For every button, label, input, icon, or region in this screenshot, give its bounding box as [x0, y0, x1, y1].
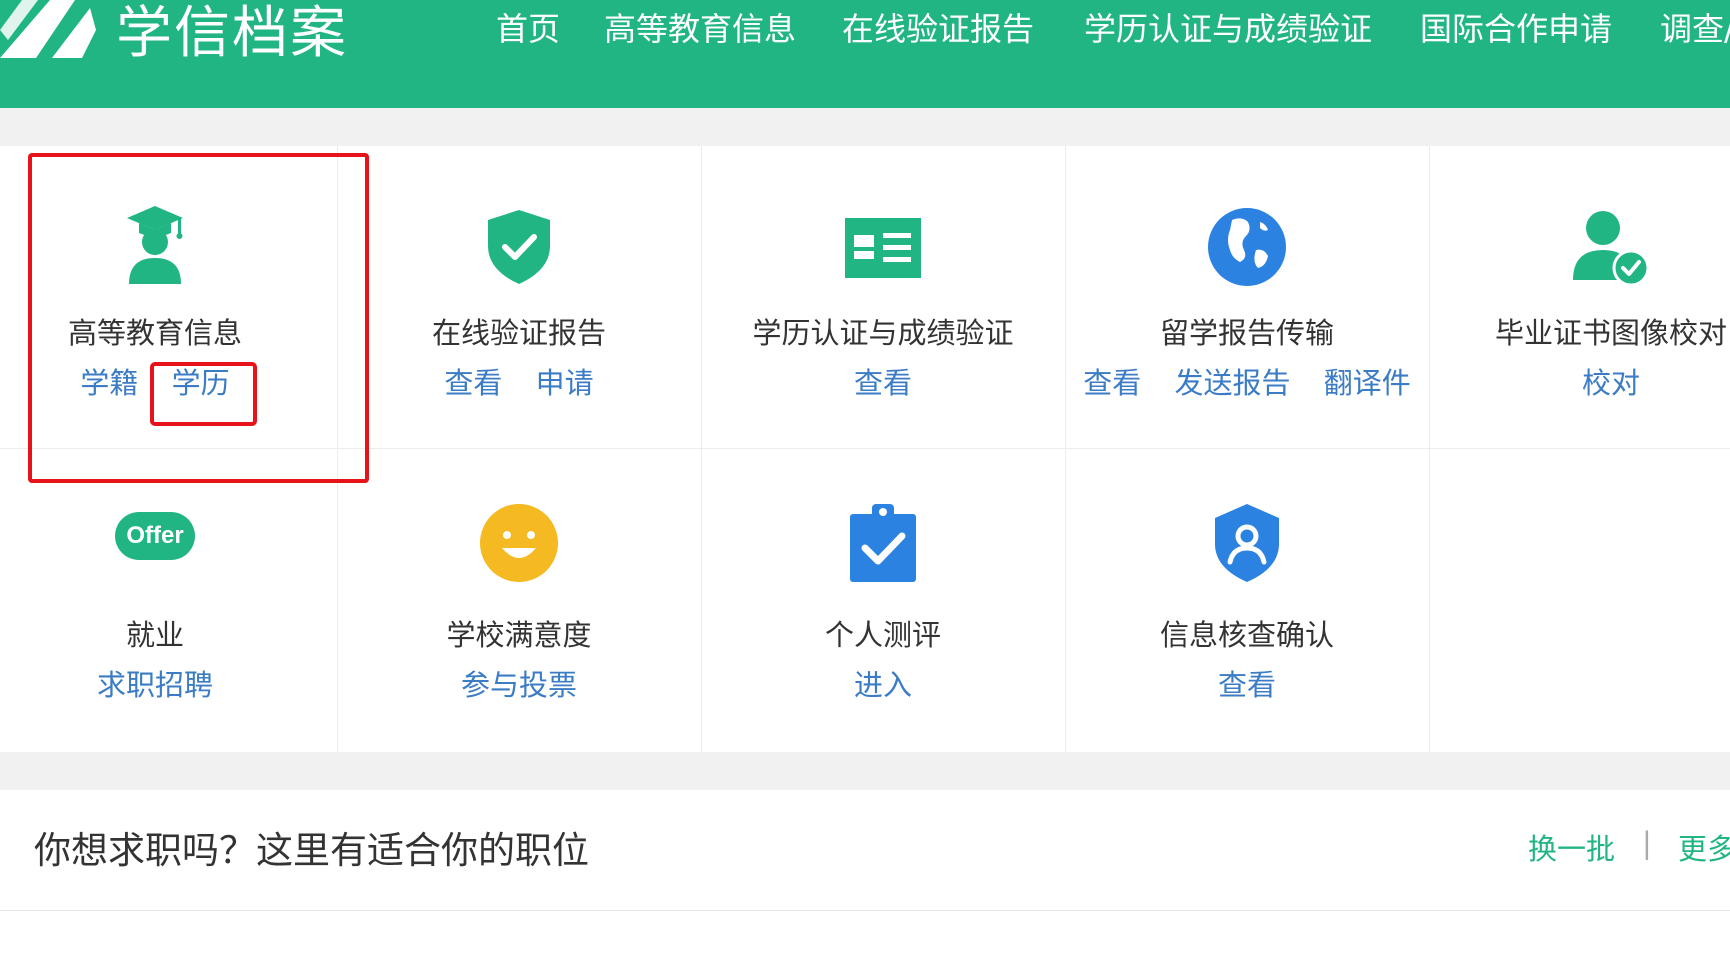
nav-international-cooperation[interactable]: 国际合作申请	[1420, 6, 1612, 52]
user-shield-icon	[1215, 504, 1279, 582]
service-title: 学校满意度	[446, 618, 592, 652]
service-links: 查看 发送报告 翻译件	[1045, 360, 1449, 402]
service-card-diploma-proofread: 毕业证书图像校对 校对	[1429, 146, 1730, 448]
site-header: 学信档案 首页 高等教育信息 在线验证报告 学历认证与成绩验证 国际合作申请 调…	[0, 0, 1730, 108]
id-card-icon	[845, 218, 921, 278]
enter-link[interactable]: 进入	[854, 668, 912, 702]
service-links: 求职招聘	[0, 662, 357, 704]
shield-check-icon	[488, 210, 550, 284]
service-title: 高等教育信息	[67, 316, 242, 350]
smiley-icon	[480, 504, 558, 582]
service-card-degree-certification: 学历认证与成绩验证 查看	[701, 146, 1065, 448]
service-title: 就业	[125, 618, 184, 652]
nav-home[interactable]: 首页	[496, 6, 560, 52]
service-card-online-verification: 在线验证报告 查看 申请	[337, 146, 701, 448]
separator: |	[1642, 826, 1652, 860]
section-divider	[0, 910, 1730, 911]
service-title: 留学报告传输	[1159, 316, 1334, 350]
service-card-employment: Offer 就业 求职招聘	[0, 448, 337, 750]
service-links: 查看 申请	[317, 360, 721, 402]
nav-online-verification-report[interactable]: 在线验证报告	[842, 6, 1034, 52]
service-title: 在线验证报告	[431, 316, 606, 350]
refresh-jobs-button[interactable]: 换一批	[1528, 826, 1615, 868]
service-title: 学历认证与成绩验证	[752, 316, 1014, 350]
user-check-icon	[1573, 211, 1649, 286]
view-link[interactable]: 查看	[1083, 366, 1141, 400]
service-links: 查看	[1045, 662, 1449, 704]
offer-badge-icon: Offer	[115, 512, 195, 560]
nav-higher-education-info[interactable]: 高等教育信息	[604, 6, 796, 52]
service-grid: 高等教育信息 学籍 学历 在线验证报告 查看 申请 学历认证与成绩验证 查看 留…	[0, 146, 1730, 752]
service-links: 校对	[1409, 360, 1730, 402]
proofread-link[interactable]: 校对	[1582, 366, 1640, 400]
apply-link[interactable]: 申请	[536, 366, 594, 400]
nav-survey[interactable]: 调查/	[1660, 6, 1730, 52]
header-spacer	[0, 108, 1730, 146]
more-jobs-link[interactable]: 更多	[1678, 826, 1730, 868]
graduate-cap-icon	[127, 206, 183, 284]
section-spacer	[0, 752, 1730, 790]
clipboard-check-icon	[850, 504, 916, 582]
service-links: 学籍 学历	[0, 360, 357, 402]
globe-icon	[1208, 208, 1286, 286]
service-card-school-satisfaction: 学校满意度 参与投票	[337, 448, 701, 750]
student-status-link[interactable]: 学籍	[80, 366, 138, 400]
service-title: 信息核查确认	[1159, 618, 1334, 652]
job-search-link[interactable]: 求职招聘	[97, 668, 213, 702]
jobs-section-title: 你想求职吗？这里有适合你的职位	[34, 829, 589, 872]
view-link[interactable]: 查看	[1218, 668, 1276, 702]
jobs-section-header: 你想求职吗？这里有适合你的职位 换一批 | 更多	[0, 790, 1730, 912]
service-card-personal-assessment: 个人测评 进入	[701, 448, 1065, 750]
service-links: 进入	[681, 662, 1085, 704]
view-link[interactable]: 查看	[854, 366, 912, 400]
service-card-info-verification: 信息核查确认 查看	[1065, 448, 1429, 750]
education-record-link[interactable]: 学历	[172, 366, 230, 400]
view-link[interactable]: 查看	[444, 366, 502, 400]
service-title: 毕业证书图像校对	[1494, 316, 1727, 350]
service-links: 查看	[681, 360, 1085, 402]
service-links: 参与投票	[317, 662, 721, 704]
service-card-study-abroad-report: 留学报告传输 查看 发送报告 翻译件	[1065, 146, 1429, 448]
service-title: 个人测评	[824, 618, 941, 652]
translation-link[interactable]: 翻译件	[1324, 366, 1411, 400]
service-card-higher-education: 高等教育信息 学籍 学历	[0, 146, 337, 448]
logo-mark-icon	[0, 0, 96, 58]
vote-link[interactable]: 参与投票	[461, 668, 577, 702]
send-report-link[interactable]: 发送报告	[1174, 366, 1290, 400]
site-logo-text[interactable]: 学信档案	[116, 2, 348, 66]
nav-degree-certification[interactable]: 学历认证与成绩验证	[1084, 6, 1372, 52]
